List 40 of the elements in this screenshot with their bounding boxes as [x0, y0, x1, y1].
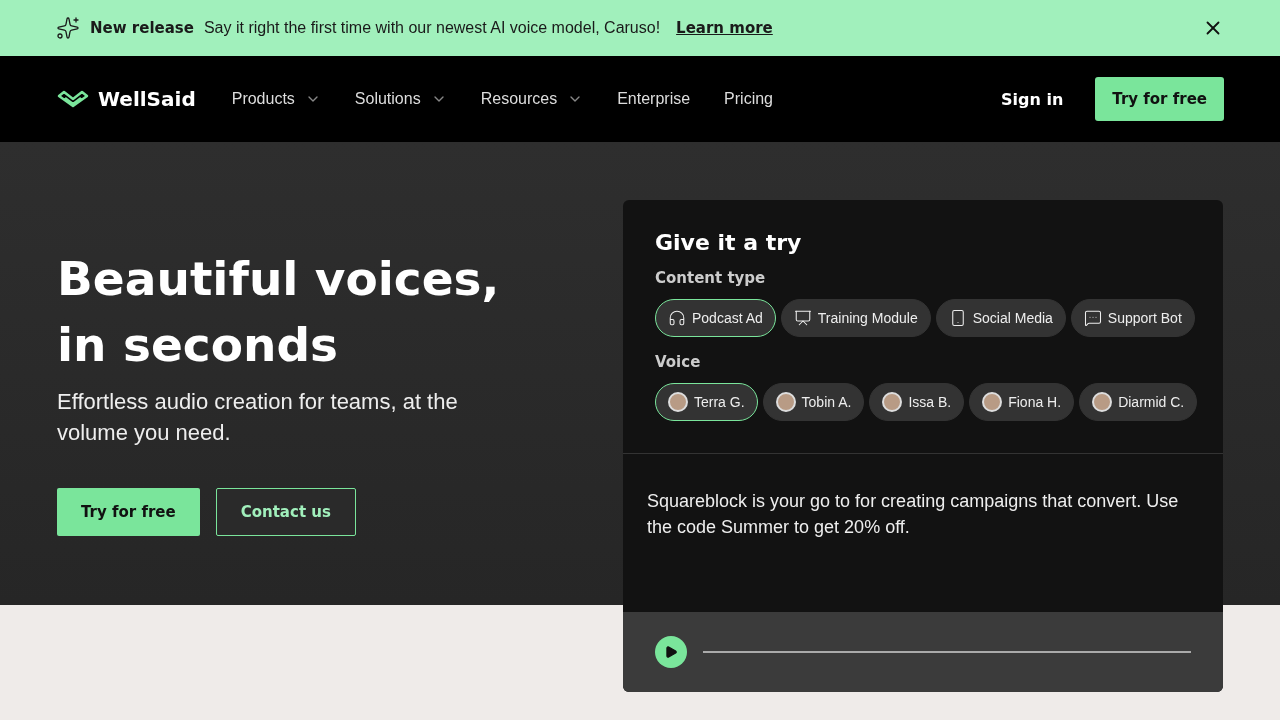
avatar — [882, 392, 903, 412]
content-type-chip[interactable]: Training Module — [780, 299, 931, 337]
hero-subtitle: Effortless audio creation for teams, at the volume you need. — [57, 388, 459, 447]
nav-link[interactable]: Products — [231, 90, 321, 108]
try-free-button[interactable]: Try for free — [57, 488, 200, 536]
script-text: Squareblock is your go to for creating campaigns that convert. Use the code Summer to get 20% off. — [646, 490, 1180, 539]
voice-chip[interactable]: Fiona H. — [969, 383, 1075, 421]
card-title: Give it a try — [655, 230, 803, 255]
learn-more-link[interactable]: Learn more — [676, 19, 773, 37]
play-button[interactable] — [655, 636, 687, 668]
try-free-button[interactable]: Try for free — [1095, 77, 1224, 121]
logo-icon — [56, 90, 90, 108]
avatar — [668, 392, 688, 412]
logo-text: WellSaid — [98, 87, 196, 111]
nav-link[interactable]: Enterprise — [617, 90, 691, 108]
nav-link[interactable]: Pricing — [724, 90, 773, 108]
avatar — [1092, 392, 1113, 412]
release-text: Say it right the first time with our newest AI voice model, Caruso! — [203, 19, 661, 37]
content-type-label: Content type — [655, 269, 767, 287]
voice-label: Voice — [655, 353, 702, 371]
presentation-icon — [793, 309, 812, 327]
release-label: New release — [90, 19, 194, 37]
content-type-chip[interactable]: Social Media — [935, 299, 1066, 337]
play-icon — [664, 645, 678, 659]
avatar — [982, 392, 1003, 412]
nav-link[interactable]: Solutions — [354, 90, 447, 108]
voice-chip[interactable]: Diarmid C. — [1079, 383, 1198, 421]
contact-button[interactable]: Contact us — [215, 488, 356, 536]
chat-icon — [1083, 309, 1102, 327]
voice-chip[interactable]: Tobin A. — [762, 383, 865, 421]
content-type-chip[interactable]: Support Bot — [1070, 299, 1195, 337]
content-type-chip[interactable]: Podcast Ad — [655, 299, 776, 337]
avatar — [775, 392, 796, 412]
voice-chip[interactable]: Issa B. — [869, 383, 965, 421]
hero-title: Beautiful voices, in seconds — [57, 250, 501, 374]
headphones-icon — [668, 309, 686, 327]
nav-link[interactable]: Resources — [480, 90, 584, 108]
voice-chip[interactable]: Terra G. — [655, 383, 758, 421]
sparkles-icon — [56, 16, 80, 40]
sign-in-link[interactable]: Sign in — [1001, 89, 1064, 109]
